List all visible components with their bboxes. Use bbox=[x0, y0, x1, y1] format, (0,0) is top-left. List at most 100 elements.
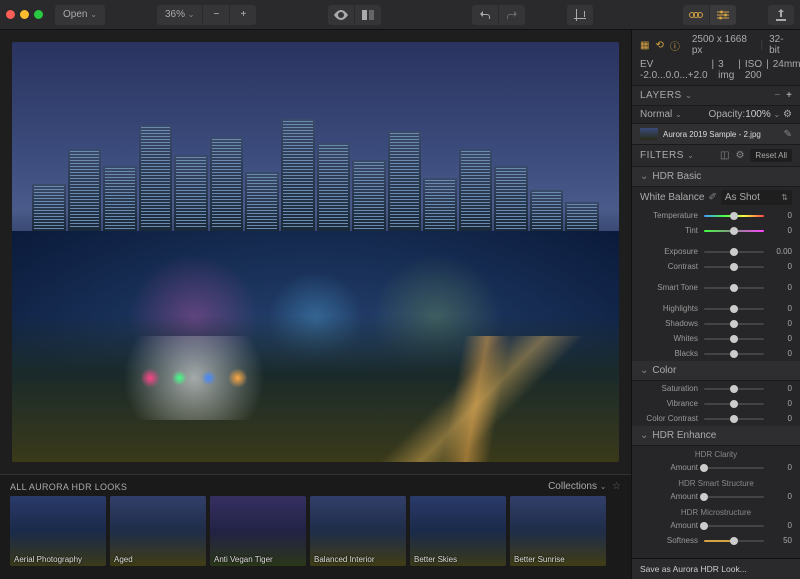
slider-smart-amount[interactable]: Amount0 bbox=[632, 489, 800, 504]
redo-button[interactable] bbox=[499, 5, 525, 25]
slider-knob[interactable] bbox=[730, 212, 738, 220]
open-button[interactable]: Open ⌄ bbox=[55, 5, 105, 25]
eyedropper-icon[interactable]: ✐ bbox=[708, 192, 716, 203]
slider-blacks[interactable]: Blacks0 bbox=[632, 346, 800, 361]
slider-track[interactable] bbox=[704, 388, 764, 390]
slider-knob[interactable] bbox=[730, 537, 738, 545]
compare-icon[interactable] bbox=[355, 5, 381, 25]
close-window[interactable] bbox=[6, 10, 15, 19]
slider-knob[interactable] bbox=[730, 284, 738, 292]
slider-knob[interactable] bbox=[730, 415, 738, 423]
image-canvas[interactable] bbox=[12, 42, 619, 462]
maximize-window[interactable] bbox=[34, 10, 43, 19]
slider-micro-amount[interactable]: Amount0 bbox=[632, 518, 800, 533]
slider-track[interactable] bbox=[704, 496, 764, 498]
slider-knob[interactable] bbox=[700, 522, 708, 530]
slider-knob[interactable] bbox=[730, 227, 738, 235]
zoom-in-button[interactable]: + bbox=[230, 5, 256, 25]
chevron-icon[interactable]: ⌄ bbox=[774, 110, 781, 119]
look-item[interactable]: Balanced Interior bbox=[310, 496, 406, 566]
look-item[interactable]: Aerial Photography bbox=[10, 496, 106, 566]
star-icon[interactable]: ☆ bbox=[612, 481, 621, 492]
slider-shadows[interactable]: Shadows0 bbox=[632, 316, 800, 331]
slider-track[interactable] bbox=[704, 287, 764, 289]
look-item[interactable]: Better Skies bbox=[410, 496, 506, 566]
white-balance-select[interactable]: As Shot⇅ bbox=[721, 190, 792, 205]
slider-track[interactable] bbox=[704, 418, 764, 420]
sync-icon[interactable]: ⟲ bbox=[655, 40, 663, 51]
slider-knob[interactable] bbox=[730, 400, 738, 408]
collections-dropdown[interactable]: Collections ⌄ ☆ bbox=[548, 481, 621, 492]
slider-track[interactable] bbox=[704, 338, 764, 340]
zoom-out-button[interactable]: − bbox=[203, 5, 229, 25]
slider-smart-tone[interactable]: Smart Tone0 bbox=[632, 280, 800, 295]
slider-saturation[interactable]: Saturation0 bbox=[632, 381, 800, 396]
eye-icon[interactable] bbox=[328, 5, 354, 25]
info-icon[interactable]: ⓘ bbox=[670, 38, 680, 53]
slider-track[interactable] bbox=[704, 230, 764, 232]
slider-tint[interactable]: Tint0 bbox=[632, 223, 800, 238]
export-button[interactable] bbox=[768, 5, 794, 25]
slider-knob[interactable] bbox=[730, 248, 738, 256]
slider-exposure[interactable]: Exposure0.00 bbox=[632, 244, 800, 259]
slider-knob[interactable] bbox=[700, 464, 708, 472]
slider-micro-softness[interactable]: Softness50 bbox=[632, 533, 800, 548]
looks-strip[interactable]: Aerial Photography Aged Anti Vegan Tiger… bbox=[10, 496, 621, 566]
slider-knob[interactable] bbox=[730, 385, 738, 393]
slider-value: 0 bbox=[770, 283, 792, 292]
slider-track[interactable] bbox=[704, 323, 764, 325]
slider-knob[interactable] bbox=[730, 305, 738, 313]
crop-button[interactable] bbox=[567, 5, 593, 25]
slider-track[interactable] bbox=[704, 266, 764, 268]
look-item[interactable]: Better Sunrise bbox=[510, 496, 606, 566]
slider-contrast[interactable]: Contrast0 bbox=[632, 259, 800, 274]
slider-vibrance[interactable]: Vibrance0 bbox=[632, 396, 800, 411]
slider-track[interactable] bbox=[704, 308, 764, 310]
sliders-tab[interactable] bbox=[710, 5, 736, 25]
layer-item[interactable]: Aurora 2019 Sample - 2.jpg ✎ bbox=[632, 124, 800, 145]
filter-section-basic[interactable]: ⌄HDR Basic bbox=[632, 167, 800, 187]
minimize-window[interactable] bbox=[20, 10, 29, 19]
filter-section-color[interactable]: ⌄Color bbox=[632, 361, 800, 381]
slider-knob[interactable] bbox=[700, 493, 708, 501]
reset-all-button[interactable]: Reset All bbox=[750, 149, 792, 162]
slider-clarity-amount[interactable]: Amount0 bbox=[632, 460, 800, 475]
undo-button[interactable] bbox=[472, 5, 498, 25]
remove-layer-button[interactable]: − bbox=[774, 90, 780, 101]
slider-knob[interactable] bbox=[730, 350, 738, 358]
chevron-down-icon[interactable]: ⌄ bbox=[685, 91, 692, 100]
histogram-icon[interactable]: ▦ bbox=[640, 40, 649, 51]
opacity-value[interactable]: 100% bbox=[745, 109, 771, 120]
look-label: Anti Vegan Tiger bbox=[214, 555, 273, 564]
slider-knob[interactable] bbox=[730, 335, 738, 343]
filter-section-enhance[interactable]: ⌄HDR Enhance bbox=[632, 426, 800, 446]
filters-title: FILTERS bbox=[640, 150, 684, 161]
save-look-button[interactable]: Save as Aurora HDR Look... bbox=[632, 558, 800, 579]
add-layer-button[interactable]: + bbox=[786, 90, 792, 101]
chevron-down-icon[interactable]: ⌄ bbox=[687, 151, 694, 160]
slider-knob[interactable] bbox=[730, 320, 738, 328]
slider-temperature[interactable]: Temperature0 bbox=[632, 208, 800, 223]
slider-whites[interactable]: Whites0 bbox=[632, 331, 800, 346]
slider-track[interactable] bbox=[704, 467, 764, 469]
slider-track[interactable] bbox=[704, 215, 764, 217]
slider-label: Whites bbox=[640, 334, 698, 343]
slider-track[interactable] bbox=[704, 540, 764, 542]
slider-knob[interactable] bbox=[730, 263, 738, 271]
brush-icon[interactable]: ✎ bbox=[784, 129, 792, 140]
chevron-down-icon: ⌄ bbox=[675, 110, 682, 119]
mask-icon[interactable]: ◫ bbox=[720, 150, 729, 161]
slider-track[interactable] bbox=[704, 353, 764, 355]
presets-tab[interactable] bbox=[683, 5, 709, 25]
look-item[interactable]: Aged bbox=[110, 496, 206, 566]
zoom-level[interactable]: 36% ⌄ bbox=[157, 5, 203, 25]
gear-icon[interactable]: ⚙ bbox=[783, 109, 792, 120]
look-item[interactable]: Anti Vegan Tiger bbox=[210, 496, 306, 566]
slider-track[interactable] bbox=[704, 403, 764, 405]
slider-highlights[interactable]: Highlights0 bbox=[632, 301, 800, 316]
blend-mode[interactable]: Normal ⌄ bbox=[640, 109, 682, 120]
slider-track[interactable] bbox=[704, 525, 764, 527]
gear-icon[interactable]: ⚙ bbox=[735, 150, 744, 161]
slider-color-contrast[interactable]: Color Contrast0 bbox=[632, 411, 800, 426]
slider-track[interactable] bbox=[704, 251, 764, 253]
